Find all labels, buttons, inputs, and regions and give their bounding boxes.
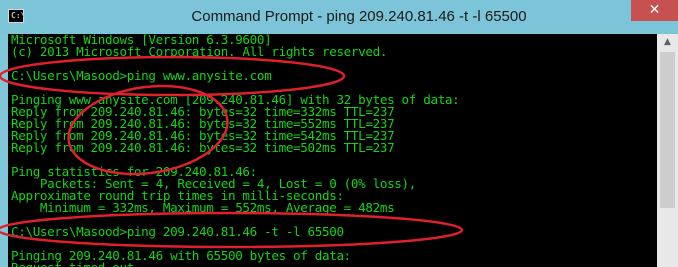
console-line: (c) 2013 Microsoft Corporation. All righ… [11,44,388,59]
console-text: Microsoft Windows [Version 6.3.9600] (c) … [11,34,460,267]
scrollbar-thumb[interactable] [660,52,675,208]
console-line: Reply from 209.240.81.46: bytes=32 time=… [11,140,395,155]
scroll-up-arrow-icon[interactable]: ▲ [657,34,678,50]
title-bar[interactable]: C:\ Command Prompt - ping 209.240.81.46 … [0,0,678,34]
close-button[interactable]: ✕ [631,0,678,21]
window-title: Command Prompt - ping 209.240.81.46 -t -… [191,8,527,25]
console-line: Minimum = 332ms, Maximum = 552ms, Averag… [11,200,395,215]
command-prompt-window: C:\ Command Prompt - ping 209.240.81.46 … [0,0,678,267]
console-line: C:\Users\Masood>ping www.anysite.com [11,68,272,83]
vertical-scrollbar[interactable]: ▲ [657,34,678,267]
console-output[interactable]: Microsoft Windows [Version 6.3.9600] (c) … [8,34,657,267]
console-line: C:\Users\Masood>ping 209.240.81.46 -t -l… [11,224,344,239]
